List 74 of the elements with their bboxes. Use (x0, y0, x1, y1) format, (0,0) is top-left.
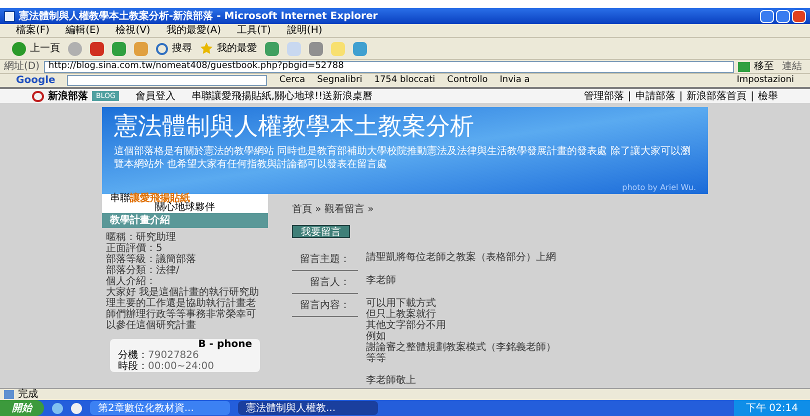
field-value: 其他文字部分不用 (366, 320, 447, 331)
field-label: 留言內容： (292, 298, 358, 317)
start-button[interactable]: 開始 (0, 400, 44, 416)
photo-credit: photo by Ariel Wu. (622, 182, 696, 194)
google-search-field[interactable] (67, 75, 268, 86)
bphone-title: B - phone (198, 339, 252, 350)
go-button[interactable]: 移至 (738, 59, 774, 74)
links-button[interactable]: 連結 (778, 59, 806, 74)
back-button[interactable]: 上一頁 (12, 41, 60, 56)
close-button[interactable] (792, 10, 806, 22)
minimize-button[interactable] (760, 10, 774, 22)
menu-item[interactable]: 檔案(F) (16, 23, 50, 38)
menu-item[interactable]: 我的最愛(A) (166, 23, 221, 38)
menu-item[interactable]: 檢視(V) (116, 23, 150, 38)
profile-line: 暱稱：研究助理 (106, 232, 177, 243)
menu-item[interactable]: 編輯(E) (66, 23, 100, 38)
field-value: 例如 (366, 331, 386, 342)
google-toolbar-item[interactable]: Controllo (447, 74, 488, 88)
google-toolbar-item[interactable]: Segnalibri (317, 74, 362, 88)
ad-title: 串聯讓愛飛揚貼紙 (110, 194, 190, 203)
field-value: 謝論審之整體規劃教案模式（李銘義老師） (366, 342, 556, 353)
google-logo: Google (16, 74, 56, 88)
address-field[interactable]: http://blog.sina.com.tw/nomeat408/guestbook.php?pbgid=52788 (44, 60, 734, 72)
field-label: 留言人： (292, 275, 358, 294)
star-icon (200, 42, 213, 55)
quick-launch-icon[interactable] (52, 402, 63, 414)
site-logo[interactable]: 新浪部落 (32, 89, 88, 104)
menu-item[interactable]: 工具(T) (237, 23, 271, 38)
clock: 下午 02:14 (734, 400, 810, 416)
maximize-button[interactable] (776, 10, 790, 22)
profile-line: 部落等級：議簡部落 (106, 254, 197, 265)
taskbar-button[interactable]: 第2章數位化教材資... (90, 401, 230, 415)
settings-button[interactable]: Impostazioni (736, 74, 794, 88)
google-toolbar-item[interactable]: 1754 bloccati (374, 74, 436, 88)
status-text: 完成 (18, 388, 38, 402)
window-title: 憲法體制與人權教學本土教案分析-新浪部落 - Microsoft Internet Explorer (19, 9, 378, 24)
quick-launch-icon[interactable] (71, 402, 82, 414)
blog-title: 憲法體制與人權教學本土教案分析 (114, 111, 475, 141)
taskbar-button[interactable]: 憲法體制與人權教... (238, 401, 378, 415)
favorites-button[interactable]: 我的最愛 (200, 41, 257, 56)
panel-heading: 教學計畫介紹 (102, 213, 268, 228)
promo-link[interactable]: 串聯讓愛飛揚貼紙,關心地球!!送新浪桌曆 (191, 89, 373, 104)
profile-intro: 大家好 我是這個計畫的執行研究助理主要的工作還是協助執行計畫老師們辦理行政等等事務非常榮幸可以參任這個研究計畫 (106, 287, 260, 331)
google-toolbar-item[interactable]: Invia a (500, 74, 530, 88)
blog-description: 這個部落格是有關於憲法的教學網站 同時也是教育部補助大學校院推動憲法及法律與生活教學發展計畫的發表處 除了讓大家可以瀏覽本網站外 也希望大家有任何指教與討論都可以發表在留言處 (114, 145, 692, 171)
post-message-button[interactable]: 我要留言 (292, 225, 350, 238)
field-value: 李老師 (366, 275, 396, 286)
google-toolbar-item[interactable]: Cerca (279, 74, 306, 88)
site-link[interactable]: 申請部落 (635, 89, 676, 104)
field-value: 但只上教案就行 (366, 309, 437, 320)
profile-line: 部落分類：法律/ (106, 265, 180, 276)
link-separator: | (750, 90, 754, 104)
site-link[interactable]: 新浪部落首頁 (686, 89, 747, 104)
login-link[interactable]: 會員登入 (135, 89, 176, 104)
profile-line: 個人介紹： (106, 276, 157, 287)
signature: 李老師敬上 (366, 375, 417, 386)
search-icon (156, 42, 168, 54)
field-label: 留言主題： (292, 252, 358, 271)
address-label: 網址(D) (4, 60, 40, 74)
ad-subtitle: 關心地球夥伴 (155, 203, 215, 212)
bphone-row-text: 分機：79027826 (118, 350, 200, 361)
search-button[interactable]: 搜尋 (156, 41, 192, 56)
field-value: 等等 (366, 353, 387, 364)
link-separator: | (679, 90, 683, 104)
link-separator: | (628, 90, 632, 104)
site-link[interactable]: 檢舉 (758, 89, 778, 104)
profile-line: 正面評價：5 (106, 243, 162, 254)
field-value: 請聖凱將每位老師之教案（表格部分）上網 (366, 252, 556, 263)
breadcrumb: 首頁 » 觀看留言 » (292, 202, 375, 217)
site-link[interactable]: 管理部落 (584, 89, 624, 104)
ad-banner[interactable]: 串聯讓愛飛揚貼紙 關心地球夥伴 (102, 194, 268, 213)
bphone-row-text: 時段：00:00~24:00 (118, 361, 216, 372)
field-value: 可以用下載方式 (366, 298, 437, 309)
menu-item[interactable]: 說明(H) (286, 23, 322, 38)
